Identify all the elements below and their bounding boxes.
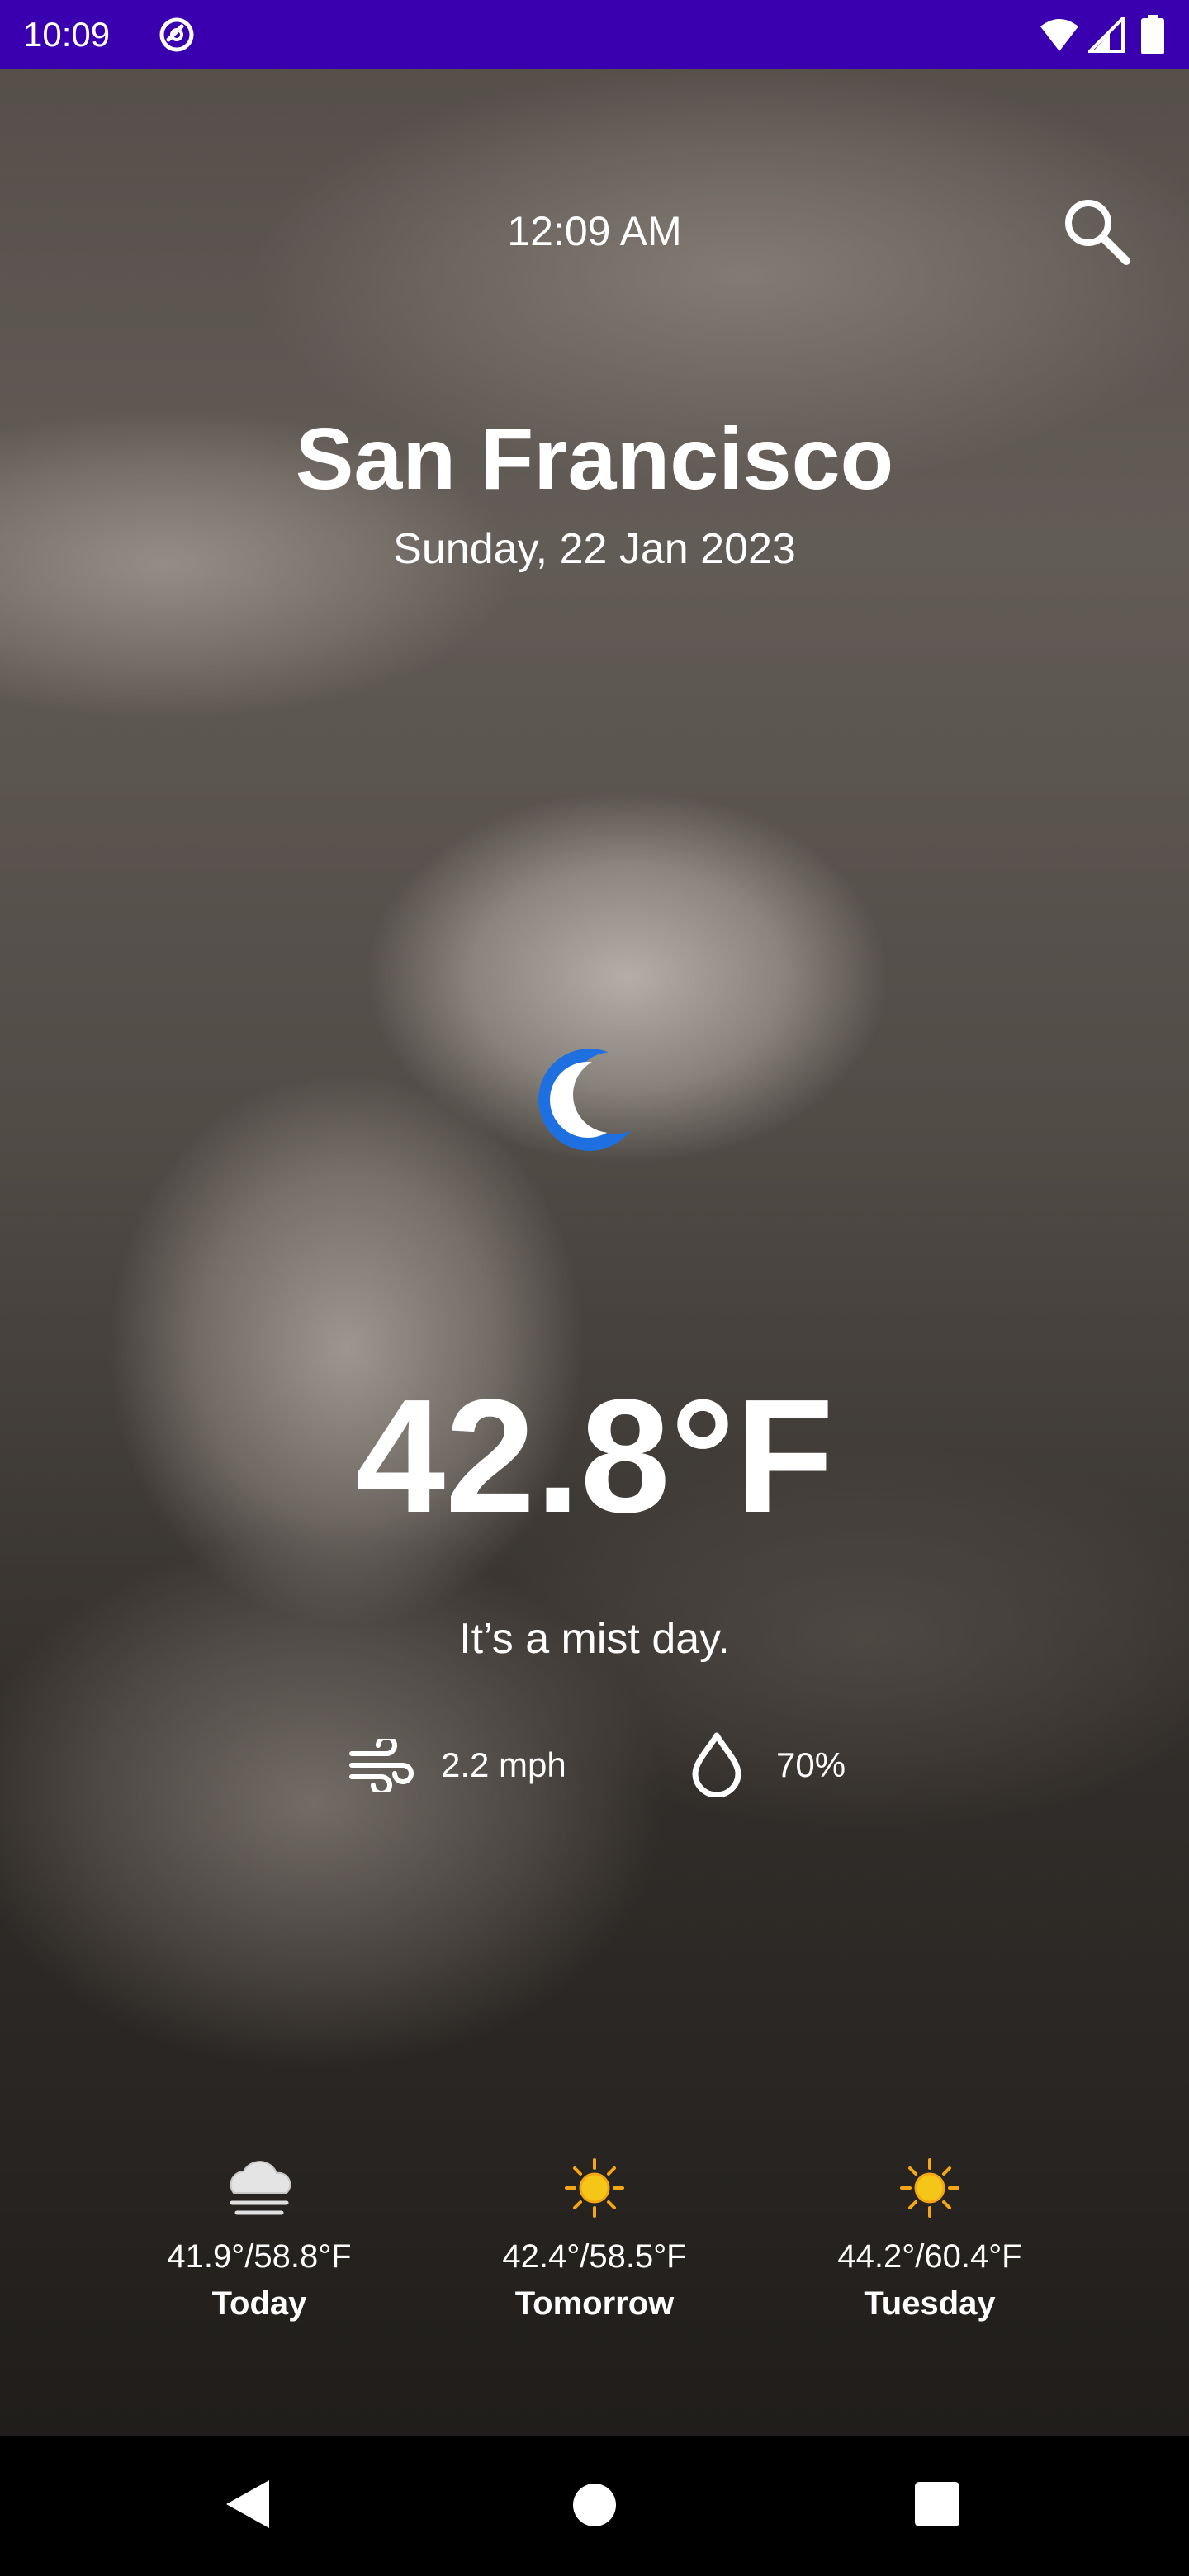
water-drop-icon xyxy=(692,1732,741,1797)
sync-icon xyxy=(159,17,194,52)
current-date: Sunday, 22 Jan 2023 xyxy=(393,525,796,573)
forecast-day: Tuesday xyxy=(864,2285,996,2322)
signal-icon xyxy=(1088,17,1125,53)
weather-screen: 10:09 12:09 AM San Francisco Sunday, 22 … xyxy=(0,0,1189,2576)
forecast-day: Tomorrow xyxy=(514,2285,675,2322)
home-icon[interactable] xyxy=(571,2482,618,2528)
recents-icon[interactable] xyxy=(915,2482,959,2526)
local-time: 12:09 AM xyxy=(507,208,682,254)
moon-icon xyxy=(538,1049,641,1151)
forecast-range: 41.9°/58.8°F xyxy=(167,2238,352,2275)
weather-description: It’s a mist day. xyxy=(459,1615,730,1663)
sun-icon xyxy=(900,2158,959,2218)
search-icon[interactable] xyxy=(1057,192,1136,271)
current-temperature: 42.8°F xyxy=(355,1366,834,1546)
cloud-rain-icon xyxy=(230,2161,291,2215)
city-name: San Francisco xyxy=(295,410,894,508)
wind-speed: 2.2 mph xyxy=(441,1745,566,1784)
forecast-range: 42.4°/58.5°F xyxy=(502,2238,687,2275)
wind-icon xyxy=(349,1739,414,1792)
forecast-item-tomorrow: 42.4°/58.5°F Tomorrow xyxy=(462,2155,727,2325)
forecast-day: Today xyxy=(211,2285,307,2322)
battery-icon xyxy=(1141,15,1164,54)
status-bar: 10:09 xyxy=(0,0,1189,69)
forecast-item-today: 41.9°/58.8°F Today xyxy=(127,2155,391,2325)
sun-icon xyxy=(565,2158,624,2218)
navigation-bar xyxy=(0,2436,1189,2576)
humidity-value: 70% xyxy=(776,1745,846,1784)
forecast-range: 44.2°/60.4°F xyxy=(837,2238,1022,2275)
back-icon[interactable] xyxy=(223,2477,272,2531)
wifi-icon xyxy=(1040,19,1078,51)
status-time: 10:09 xyxy=(23,15,111,54)
forecast-item-tuesday: 44.2°/60.4°F Tuesday xyxy=(798,2155,1062,2325)
